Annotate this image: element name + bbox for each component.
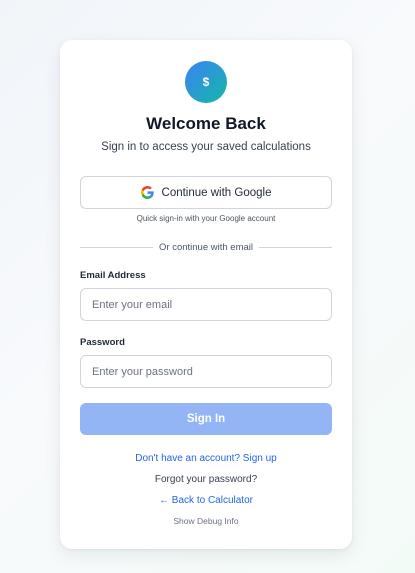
back-to-calculator-link[interactable]: ← Back to Calculator bbox=[60, 495, 352, 506]
or-divider: Or continue with email bbox=[80, 241, 333, 253]
logo-symbol: $ bbox=[202, 75, 210, 89]
divider-text: Or continue with email bbox=[159, 241, 253, 253]
divider-line-right bbox=[259, 246, 333, 248]
page-title: Welcome Back bbox=[146, 114, 266, 133]
password-label: Password bbox=[80, 337, 125, 348]
login-card: $ Welcome Back Sign in to access your sa… bbox=[60, 40, 352, 549]
password-field[interactable] bbox=[80, 355, 332, 388]
forgot-password-link[interactable]: Forgot your password? bbox=[60, 474, 352, 485]
dollar-logo-icon: $ bbox=[185, 61, 227, 103]
divider-line-left bbox=[80, 246, 154, 248]
continue-with-google-button[interactable]: Continue with Google bbox=[80, 176, 332, 209]
google-button-label: Continue with Google bbox=[161, 186, 272, 199]
google-g-icon bbox=[140, 186, 154, 199]
sign-up-link[interactable]: Don't have an account? Sign up bbox=[60, 453, 352, 464]
email-label: Email Address bbox=[80, 270, 146, 281]
google-hint-text: Quick sign-in with your Google account bbox=[136, 214, 276, 223]
page-subtitle: Sign in to access your saved calculation… bbox=[101, 141, 311, 153]
sign-in-button[interactable]: Sign In bbox=[80, 403, 332, 435]
email-field[interactable] bbox=[80, 288, 332, 321]
show-debug-info-link[interactable]: Show Debug Info bbox=[60, 516, 352, 526]
